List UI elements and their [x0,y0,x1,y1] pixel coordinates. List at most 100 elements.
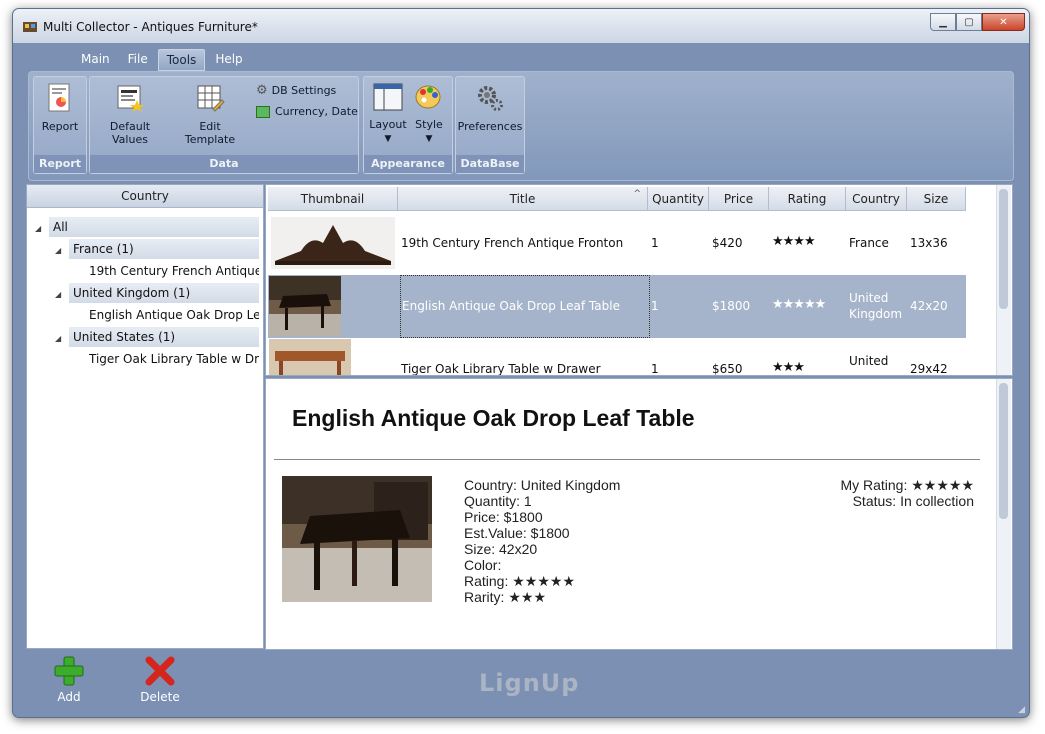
currency-date-button[interactable]: Currency, Date [256,105,358,118]
lignup-logo: LignUp [479,669,580,697]
cell-country: United [849,354,889,368]
menu-help[interactable]: Help [207,49,250,71]
report-icon [48,83,70,112]
tree-item-all[interactable]: All [49,217,259,237]
cell-size: 29x42 [910,362,948,376]
db-settings-button[interactable]: ⚙ DB Settings [256,83,336,98]
collapse-icon[interactable]: ◢ [55,246,61,255]
menu-file[interactable]: File [120,49,156,71]
cell-title: 19th Century French Antique Fronton [401,236,624,250]
detail-quantity: Quantity: 1 [464,493,532,509]
collapse-icon[interactable]: ◢ [55,334,61,343]
report-button-label: Report [41,120,79,133]
cell-quantity: 1 [651,362,659,376]
style-button[interactable]: Style ▼ [410,83,448,144]
add-button[interactable]: Add [47,655,91,704]
detail-fields: Country: United Kingdom Quantity: 1 Pric… [464,477,620,605]
cell-country: France [849,236,889,250]
cell-rating: ★★★ [772,360,805,375]
collapse-icon[interactable]: ◢ [35,224,41,233]
column-title-label: Title [509,192,536,206]
minimize-icon: ▁ [939,16,947,28]
ribbon-group-appearance: Layout ▼ Style ▼ Appearance [363,76,453,174]
column-header-price[interactable]: Price [709,187,769,211]
item-detail-panel: English Antique Oak Drop Leaf Table Coun… [265,378,1013,650]
layout-dropdown-icon: ▼ [384,134,392,144]
layout-button[interactable]: Layout ▼ [368,83,408,144]
tree-item-united-kingdom[interactable]: United Kingdom (1) [69,283,259,303]
close-button[interactable]: ✕ [982,13,1025,31]
ribbon: Report Report Default Values Edit Templa… [28,71,1014,181]
column-header-thumbnail[interactable]: Thumbnail [268,187,398,211]
default-values-button[interactable]: Default Values [94,83,166,146]
thumbnail-image [271,217,395,269]
column-header-country[interactable]: Country [846,187,907,211]
title-bar[interactable]: Multi Collector - Antiques Furniture* ▁ … [13,9,1029,43]
cell-size: 13x36 [910,236,948,250]
ribbon-group-label: Appearance [364,155,452,173]
report-button[interactable]: Report [38,83,82,133]
menu-main[interactable]: Main [73,49,118,71]
cell-country: United Kingdom [849,291,903,321]
menu-tools[interactable]: Tools [157,49,206,71]
plus-icon [54,656,84,686]
gear-icon [478,86,503,111]
collapse-icon[interactable]: ◢ [55,290,61,299]
items-grid: Thumbnail Title ^ Quantity Price Rating … [265,184,1013,376]
preferences-button[interactable]: Preferences [456,83,524,133]
delete-x-icon [145,656,175,686]
column-header-quantity[interactable]: Quantity [648,187,709,211]
style-dropdown-icon: ▼ [425,134,433,144]
maximize-button[interactable]: ▢ [956,13,982,31]
delete-button[interactable]: Delete [137,655,183,704]
cell-price: $1800 [712,299,751,313]
add-label: Add [57,690,81,704]
currency-date-label: Currency, Date [275,105,358,118]
grid-scrollbar-thumb[interactable] [999,189,1008,309]
edit-template-icon [197,85,225,112]
maximize-icon: ▢ [964,16,974,28]
ribbon-group-data: Default Values Edit Template ⚙ DB Settin… [89,76,359,174]
edit-template-button[interactable]: Edit Template [174,83,246,146]
thumbnail-image [269,339,351,375]
detail-rating: Rating: ★★★★★ [464,573,576,589]
table-row[interactable]: Tiger Oak Library Table w Drawer 1 $650 … [268,338,966,376]
detail-scrollbar-thumb[interactable] [999,383,1008,519]
tree-item-record[interactable]: 19th Century French Antique ... [89,261,259,281]
style-label: Style [415,118,443,131]
detail-my-rating: My Rating: ★★★★★ [840,477,974,493]
column-header-title[interactable]: Title ^ [398,187,648,211]
table-row-selected[interactable]: English Antique Oak Drop Leaf Table 1 $1… [268,275,966,338]
tree-item-record[interactable]: Tiger Oak Library Table w Dra... [89,349,259,369]
cell-size: 42x20 [910,299,948,313]
currency-date-icon [256,105,270,118]
palette-icon [415,85,441,109]
resize-grip-icon[interactable]: ◢ [1018,705,1025,715]
cell-price: $420 [712,236,743,250]
detail-divider [274,459,980,460]
detail-scrollbar[interactable] [996,379,1011,649]
preferences-label: Preferences [457,120,523,133]
column-header-rating[interactable]: Rating [769,187,846,211]
tree-header[interactable]: Country [27,185,263,208]
detail-price: Price: $1800 [464,509,543,525]
detail-photo [282,476,432,602]
tree-item-france[interactable]: France (1) [69,239,259,259]
cell-title: Tiger Oak Library Table w Drawer [401,362,601,376]
app-window: Multi Collector - Antiques Furniture* ▁ … [12,8,1030,718]
detail-status: Status: In collection [852,493,974,509]
detail-size: Size: 42x20 [464,541,538,557]
column-header-size[interactable]: Size [907,187,966,211]
table-row[interactable]: 19th Century French Antique Fronton 1 $4… [268,212,966,275]
detail-title: English Antique Oak Drop Leaf Table [292,405,695,431]
tree-item-record[interactable]: English Antique Oak Drop Lea... [89,305,259,325]
cell-quantity: 1 [651,299,659,313]
tree-item-united-states[interactable]: United States (1) [69,327,259,347]
minimize-button[interactable]: ▁ [930,13,956,31]
layout-icon [373,83,403,111]
default-values-label: Default Values [109,120,151,146]
grid-scrollbar[interactable] [996,185,1011,375]
thumbnail-image [269,276,341,336]
db-settings-label: DB Settings [271,84,337,97]
cell-quantity: 1 [651,236,659,250]
